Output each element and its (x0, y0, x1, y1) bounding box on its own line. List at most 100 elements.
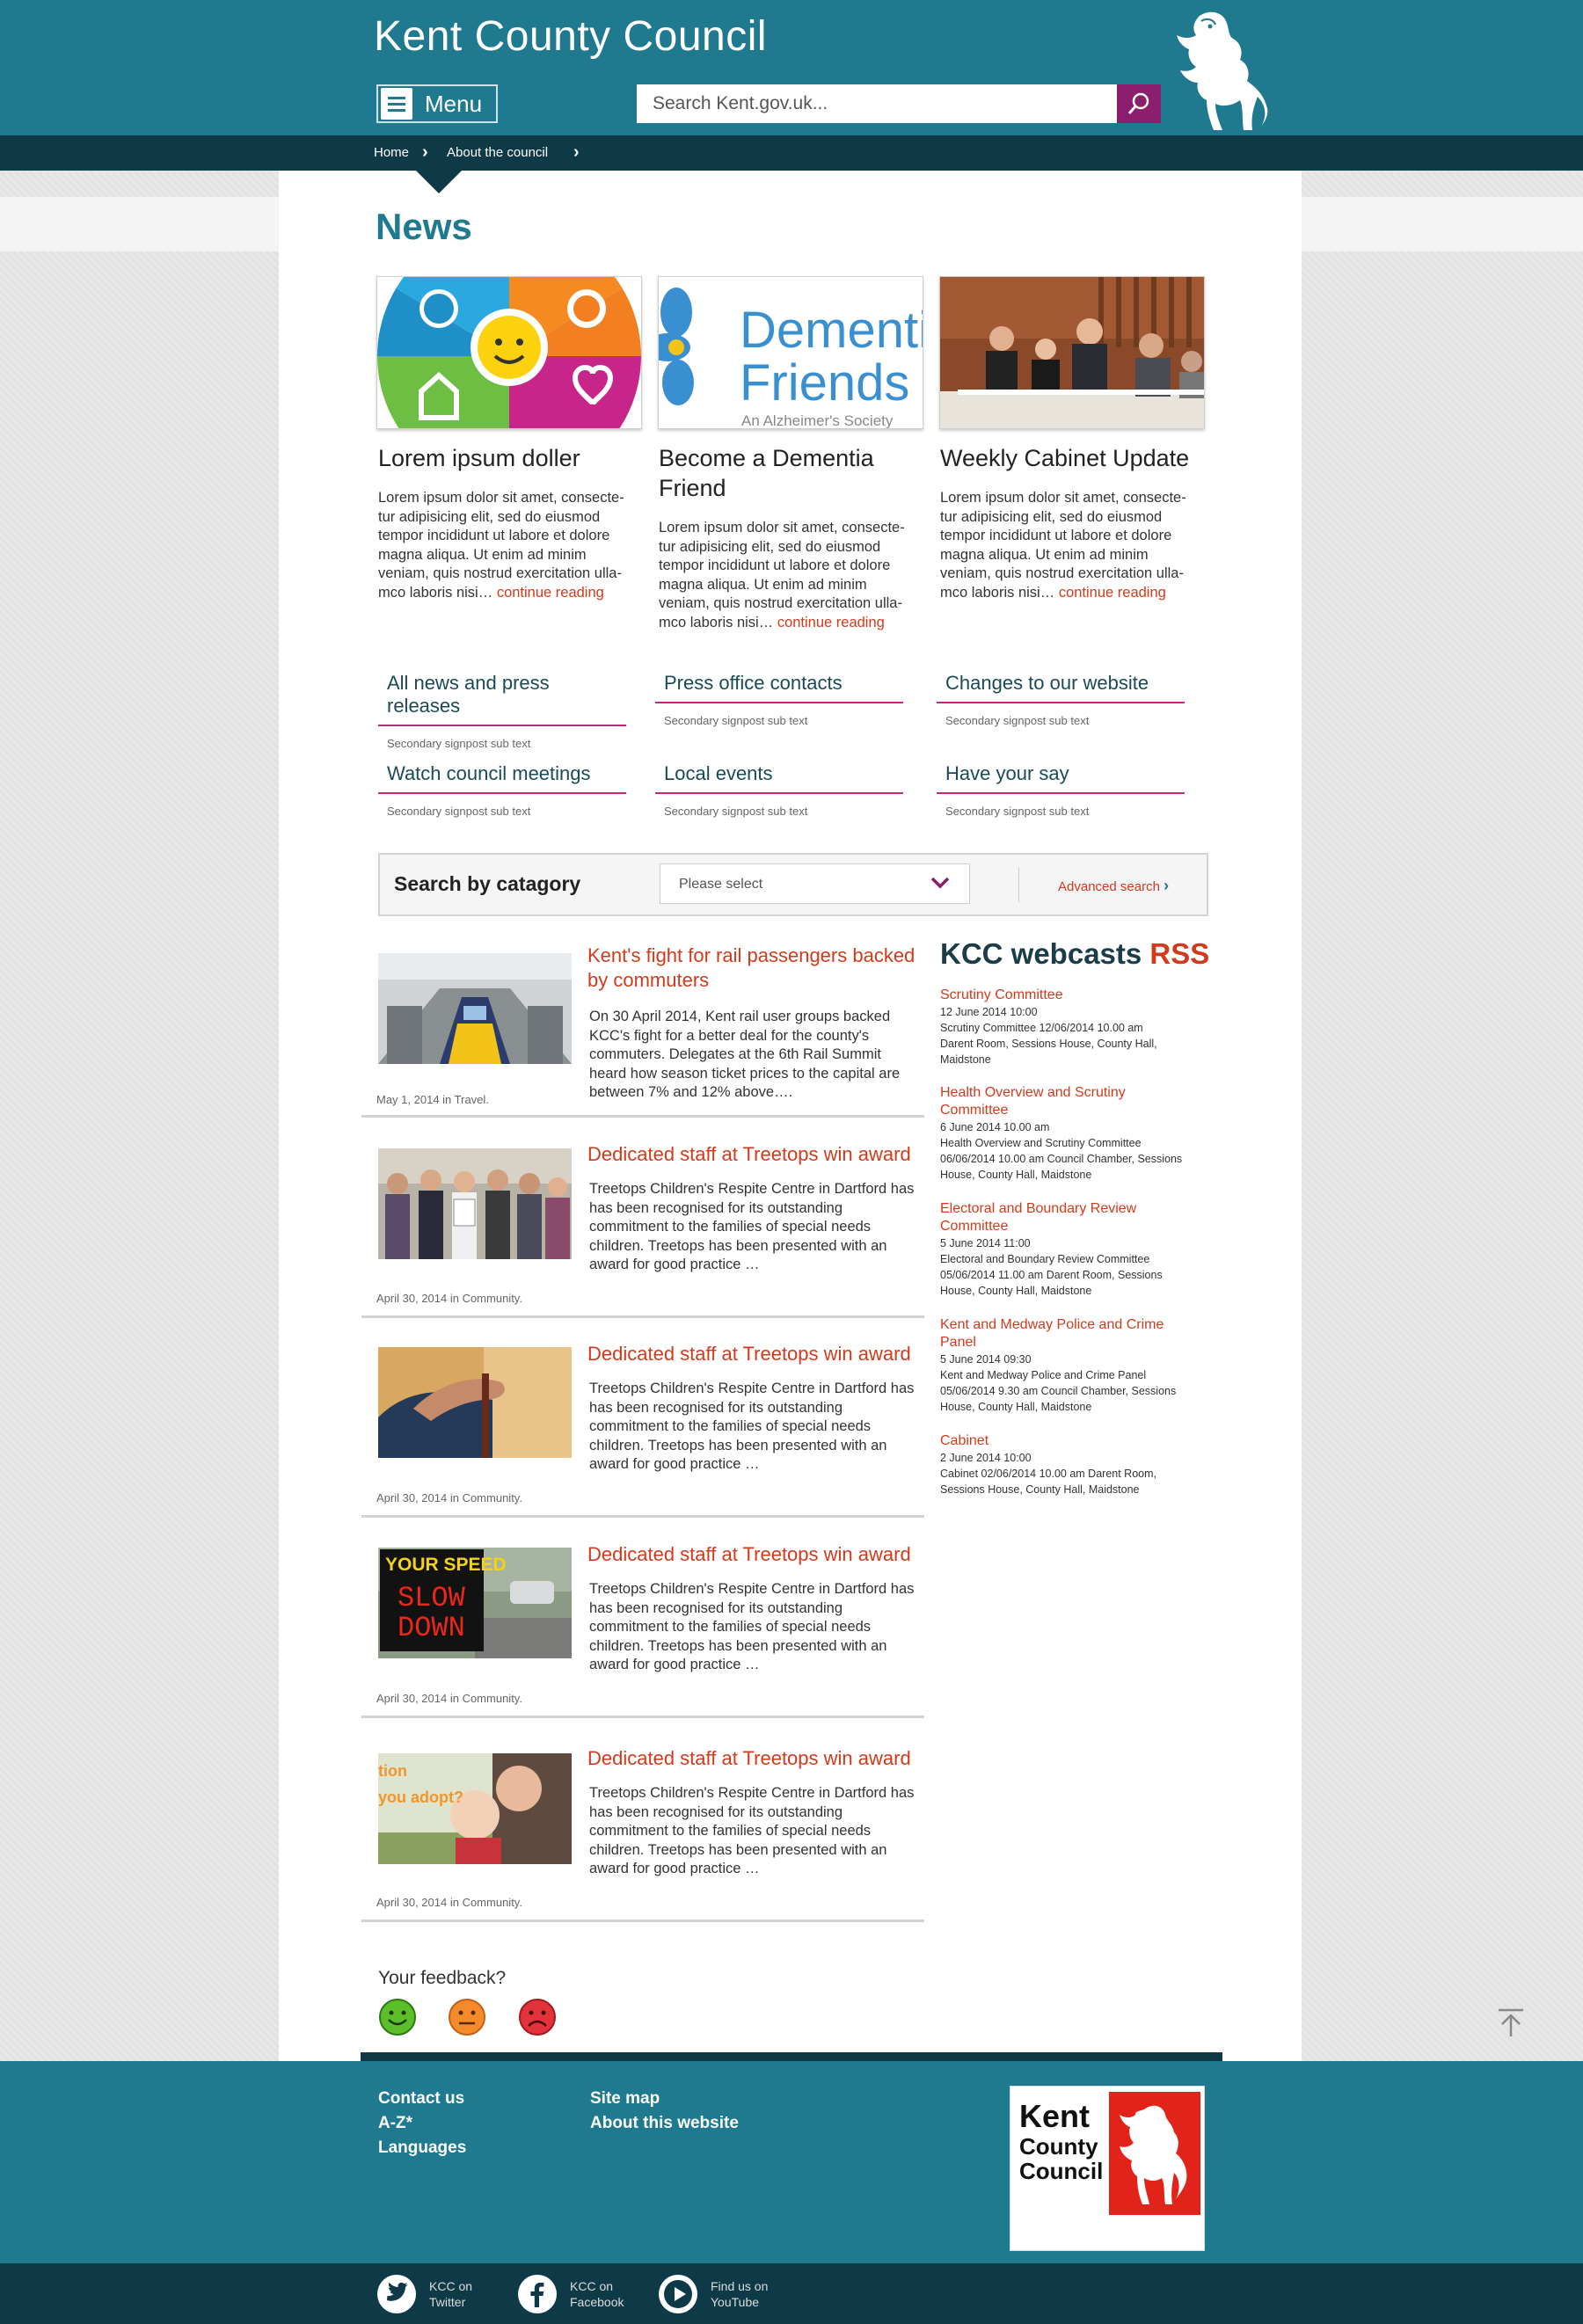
webcast-title-link[interactable]: Health Overview and Scrutiny Committee (940, 1084, 1213, 1119)
news-meta: April 30, 2014 in Community. (376, 1292, 522, 1305)
news-divider (361, 1920, 924, 1922)
featured-title[interactable]: Become a Dementia Friend (659, 443, 923, 503)
footer-languages-link[interactable]: Languages (378, 2138, 466, 2158)
news-divider (361, 1315, 924, 1318)
adoption-photo: tion you adopt? (378, 1753, 572, 1864)
signpost-press-office[interactable]: Press office contacts Secondary signpost … (655, 672, 903, 727)
featured-image-dementia-friends[interactable]: Dementia Friends An Alzheimer's Society (658, 276, 923, 429)
logo-word-kent: Kent (1019, 2098, 1090, 2134)
footer-site-map-link[interactable]: Site map (590, 2089, 660, 2109)
featured-title[interactable]: Lorem ipsum doller (378, 443, 642, 473)
featured-image-community[interactable] (376, 276, 642, 429)
logo-word-council: Council (1019, 2158, 1104, 2184)
news-image-elderly-hands[interactable] (378, 1347, 572, 1458)
chevron-down-icon (930, 877, 950, 889)
news-image-adoption[interactable]: tion you adopt? (378, 1753, 572, 1864)
hands-photo (378, 1347, 572, 1458)
logo-word-county: County (1019, 2133, 1098, 2160)
hamburger-icon (381, 88, 412, 120)
divider (1018, 867, 1019, 902)
neutral-face-icon[interactable] (448, 1998, 486, 2036)
dementia-logo-tagline: An Alzheimer's Society (741, 412, 894, 429)
webcast-title-link[interactable]: Scrutiny Committee (940, 987, 1213, 1004)
facebook-icon (518, 2275, 557, 2313)
news-excerpt: On 30 April 2014, Kent rail user groups … (589, 1009, 901, 1100)
featured-excerpt: Lorem ipsum dolor sit amet, consecte-tur… (378, 490, 624, 601)
dementia-friends-graphic: Dementia Friends An Alzheimer's Society (659, 277, 923, 429)
dementia-logo-word1: Dementia (740, 302, 923, 359)
news-meta: April 30, 2014 in Community. (376, 1491, 522, 1504)
news-excerpt: Treetops Children's Respite Centre in Da… (589, 1381, 915, 1472)
breadcrumb-home[interactable]: Home (374, 145, 409, 160)
twitter-icon (377, 2275, 416, 2313)
news-title[interactable]: Dedicated staff at Treetops win award (587, 1746, 923, 1771)
rss-link[interactable]: RSS (1149, 937, 1209, 970)
train-photo (378, 953, 572, 1064)
news-excerpt: Treetops Children's Respite Centre in Da… (589, 1785, 915, 1876)
breadcrumb-about[interactable]: About the council (447, 145, 548, 160)
page-title: News (376, 206, 472, 247)
continue-reading-link[interactable]: continue reading (777, 615, 885, 630)
social-bar (0, 2263, 1583, 2324)
breadcrumb-chevron-icon: › (422, 142, 428, 162)
news-excerpt: Treetops Children's Respite Centre in Da… (589, 1181, 915, 1272)
signpost-local-events[interactable]: Local events Secondary signpost sub text (655, 762, 903, 818)
news-meta: April 30, 2014 in Community. (376, 1692, 522, 1705)
signpost-website-changes[interactable]: Changes to our website Secondary signpost… (937, 672, 1185, 727)
signpost-council-meetings[interactable]: Watch council meetings Secondary signpost… (378, 762, 626, 818)
featured-title[interactable]: Weekly Cabinet Update (940, 443, 1204, 473)
webcast-title-link[interactable]: Cabinet (940, 1432, 1213, 1450)
featured-image-cabinet[interactable] (939, 276, 1205, 429)
twitter-link[interactable]: KCC on Twitter (376, 2274, 472, 2314)
footer-a-z-link[interactable]: A-Z* (378, 2114, 412, 2133)
news-meta: April 30, 2014 in Community. (376, 1896, 522, 1909)
chevron-right-icon: › (1164, 877, 1170, 894)
continue-reading-link[interactable]: continue reading (497, 585, 604, 601)
copyright-text: © Kent County Council 2013 (1012, 2218, 1179, 2233)
webcast-title-link[interactable]: Kent and Medway Police and Crime Panel (940, 1316, 1213, 1351)
category-select[interactable]: Please select (660, 863, 970, 904)
news-title[interactable]: Dedicated staff at Treetops win award (587, 1342, 923, 1366)
signpost-have-your-say[interactable]: Have your say Secondary signpost sub text (937, 762, 1185, 818)
webcast-title-link[interactable]: Electoral and Boundary Review Committee (940, 1200, 1213, 1235)
footer-about-website-link[interactable]: About this website (590, 2114, 739, 2133)
continue-reading-link[interactable]: continue reading (1059, 585, 1166, 601)
facebook-link[interactable]: KCC on Facebook (517, 2274, 624, 2314)
back-to-top-icon[interactable] (1495, 2007, 1527, 2038)
site-title[interactable]: Kent County Council (374, 12, 767, 61)
site-footer (0, 2061, 1583, 2263)
youtube-link[interactable]: Find us on YouTube (658, 2274, 768, 2314)
community-graphic (377, 277, 641, 428)
staff-photo (378, 1148, 572, 1259)
news-image-speed-sign[interactable]: YOUR SPEED SLOW DOWN (378, 1548, 572, 1658)
webcast-item: Health Overview and Scrutiny Committee 6 … (940, 1084, 1213, 1183)
news-image-treetops-staff[interactable] (378, 1148, 572, 1259)
adoption-text-1: tion (378, 1762, 407, 1780)
webcast-item: Electoral and Boundary Review Committee 5… (940, 1200, 1213, 1299)
news-title[interactable]: Dedicated staff at Treetops win award (587, 1542, 923, 1567)
news-divider (361, 1515, 924, 1518)
cabinet-photo (940, 277, 1204, 428)
webcast-item: Kent and Medway Police and Crime Panel 5 … (940, 1316, 1213, 1415)
speed-sign-line1: SLOW (398, 1582, 466, 1614)
news-image-train[interactable] (378, 953, 572, 1064)
dementia-logo-word2: Friends (740, 354, 909, 412)
category-search-label: Search by catagory (394, 872, 581, 895)
adoption-text-2: you adopt? (378, 1789, 463, 1806)
speed-sign-photo: YOUR SPEED SLOW DOWN (378, 1548, 572, 1658)
signpost-all-news[interactable]: All news and press releases Secondary sig… (378, 672, 626, 750)
news-divider (361, 1115, 924, 1118)
news-divider (361, 1716, 924, 1718)
sad-face-icon[interactable] (518, 1998, 557, 2036)
advanced-search-link[interactable]: Advanced search › (1058, 877, 1169, 895)
news-title[interactable]: Kent's fight for rail passengers backed b… (587, 943, 923, 993)
news-title[interactable]: Dedicated staff at Treetops win award (587, 1142, 923, 1167)
webcasts-heading: KCC webcasts RSS (940, 937, 1210, 970)
webcast-item: Scrutiny Committee 12 June 2014 10:00 Scr… (940, 987, 1213, 1067)
happy-face-icon[interactable] (378, 1998, 417, 2036)
search-input[interactable] (637, 84, 1117, 123)
footer-contact-us-link[interactable]: Contact us (378, 2089, 464, 2109)
speed-sign-line2: DOWN (398, 1612, 465, 1644)
menu-button[interactable]: Menu (376, 84, 498, 123)
news-excerpt: Treetops Children's Respite Centre in Da… (589, 1581, 915, 1672)
